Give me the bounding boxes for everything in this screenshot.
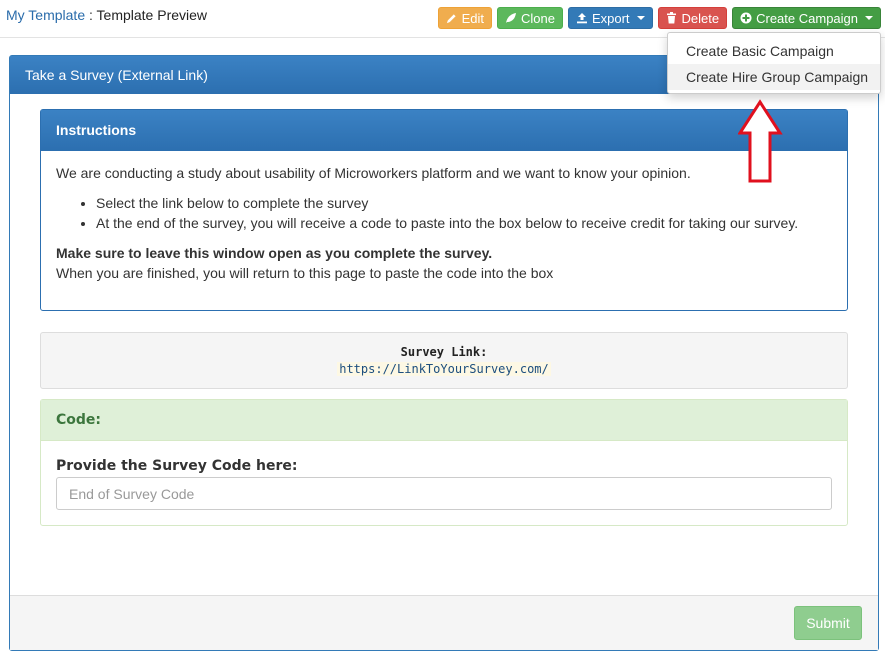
delete-button[interactable]: Delete xyxy=(657,7,728,29)
instructions-note: When you are finished, you will return t… xyxy=(56,265,554,281)
leaf-icon xyxy=(505,12,517,24)
annotation-arrow-up-icon xyxy=(738,99,783,183)
survey-link-box: Survey Link: https://LinkToYourSurvey.co… xyxy=(40,332,848,389)
survey-link-label: Survey Link: xyxy=(400,345,488,359)
edit-button-label: Edit xyxy=(461,10,484,26)
create-basic-campaign-item[interactable]: Create Basic Campaign xyxy=(668,38,880,64)
plus-circle-icon xyxy=(740,12,752,24)
submit-button[interactable]: Submit xyxy=(794,606,862,640)
instructions-body: We are conducting a study about usabilit… xyxy=(41,151,847,295)
export-icon xyxy=(576,12,588,24)
panel-footer: Submit xyxy=(10,595,878,650)
clone-button-label: Clone xyxy=(520,10,555,26)
toolbar: Edit Clone Export Delete Create Campaign xyxy=(437,7,881,29)
create-campaign-button-label: Create Campaign xyxy=(756,10,858,26)
export-button[interactable]: Export xyxy=(567,7,653,29)
edit-button[interactable]: Edit xyxy=(437,7,492,29)
breadcrumb-separator: : xyxy=(85,7,97,23)
delete-button-label: Delete xyxy=(681,10,720,26)
instructions-warning: Make sure to leave this window open as y… xyxy=(56,245,493,261)
survey-code-label: Provide the Survey Code here: xyxy=(56,458,298,474)
export-button-label: Export xyxy=(591,10,630,26)
instructions-list: Select the link below to complete the su… xyxy=(56,193,832,233)
instructions-bullet: Select the link below to complete the su… xyxy=(96,193,832,213)
instructions-intro: We are conducting a study about usabilit… xyxy=(56,165,691,181)
chevron-down-icon xyxy=(636,16,645,20)
breadcrumb-my-template-link[interactable]: My Template xyxy=(6,7,85,23)
pencil-icon xyxy=(446,12,458,24)
trash-icon xyxy=(666,12,678,24)
survey-code-input[interactable] xyxy=(56,477,832,510)
code-title: Code: xyxy=(41,400,847,441)
chevron-down-icon xyxy=(865,16,873,20)
create-campaign-dropdown: Create Basic Campaign Create Hire Group … xyxy=(667,32,881,94)
instructions-title: Instructions xyxy=(41,110,847,151)
instructions-bullet: At the end of the survey, you will recei… xyxy=(96,213,832,233)
survey-link-url[interactable]: https://LinkToYourSurvey.com/ xyxy=(337,362,551,376)
instructions-panel: Instructions We are conducting a study a… xyxy=(40,109,848,311)
create-campaign-button[interactable]: Create Campaign xyxy=(732,7,881,29)
create-hire-group-campaign-item[interactable]: Create Hire Group Campaign xyxy=(668,64,880,90)
breadcrumb-current: Template Preview xyxy=(96,7,208,23)
code-panel: Code: Provide the Survey Code here: xyxy=(40,399,848,526)
clone-button[interactable]: Clone xyxy=(496,7,563,29)
breadcrumb: My Template : Template Preview xyxy=(6,7,207,23)
